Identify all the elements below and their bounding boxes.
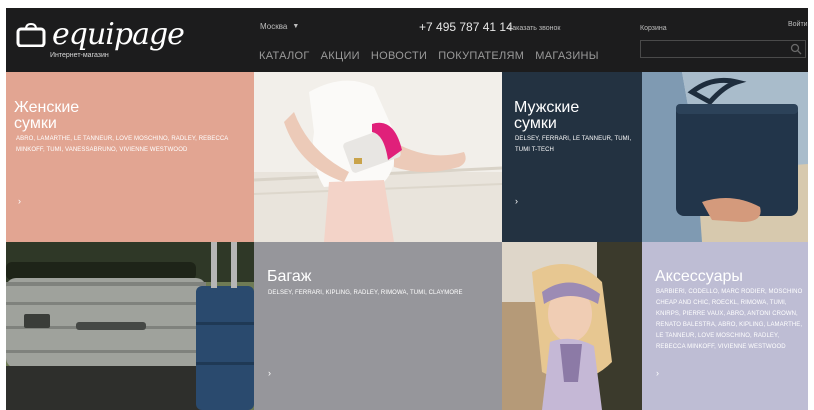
photo-illustration [502, 242, 642, 410]
chevron-right-icon[interactable]: › [268, 368, 271, 378]
main-nav: КАТАЛОГ АКЦИИ НОВОСТИ ПОКУПАТЕЛЯМ МАГАЗИ… [259, 50, 599, 62]
page: equipage Интернет-магазин Москва ▼ +7 49… [0, 0, 814, 410]
bag-logo-icon [16, 23, 46, 47]
tile-brands: ABRO, LAMARTHE, LE TANNEUR, LOVE MOSCHIN… [16, 136, 229, 153]
search-box [640, 40, 806, 58]
tile-title: Женские сумки [14, 99, 80, 132]
photo-illustration [642, 72, 808, 242]
login-link[interactable]: Войти [788, 21, 808, 28]
logo-text: equipage [52, 17, 185, 52]
tile-brands: DELSEY, FERRARI, KIPLING, RADLEY, RIMOWA… [268, 290, 463, 296]
nav-item-news[interactable]: НОВОСТИ [371, 50, 427, 62]
caret-down-icon: ▼ [292, 23, 300, 30]
photo-luggage[interactable] [6, 242, 254, 410]
photo-illustration [254, 72, 502, 242]
phone-number: +7 495 787 41 14 [419, 20, 513, 34]
tile-womens-bags[interactable]: Женские сумки ABRO, LAMARTHE, LE TANNEUR… [6, 72, 254, 242]
tile-title: Багаж [267, 268, 312, 285]
tile-brands: DELSEY, FERRARI, LE TANNEUR, TUMI, TUMI … [515, 136, 632, 153]
chevron-right-icon[interactable]: › [515, 196, 518, 206]
photo-woman-with-scarf[interactable] [502, 242, 642, 410]
city-label: Москва [260, 22, 288, 31]
tile-luggage[interactable]: Багаж DELSEY, FERRARI, KIPLING, RADLEY, … [254, 242, 502, 410]
nav-item-stores[interactable]: МАГАЗИНЫ [535, 50, 599, 62]
city-selector[interactable]: Москва ▼ [260, 22, 299, 31]
tile-mens-bags[interactable]: Мужские сумки DELSEY, FERRARI, LE TANNEU… [502, 72, 642, 242]
tile-title: Аксессуары [655, 268, 743, 285]
search-input[interactable] [641, 41, 789, 57]
tile-title: Мужские сумки [514, 99, 580, 132]
logo-tagline: Интернет-магазин [50, 52, 109, 59]
cart-link[interactable]: Корзина [640, 25, 667, 32]
chevron-right-icon[interactable]: › [18, 196, 21, 206]
callback-link[interactable]: Заказать звонок [508, 25, 560, 32]
nav-item-catalog[interactable]: КАТАЛОГ [259, 50, 310, 62]
nav-item-promotions[interactable]: АКЦИИ [321, 50, 360, 62]
tile-accessories[interactable]: Аксессуары BARBIERI, CODELLO, MARC RODIE… [642, 242, 808, 410]
chevron-right-icon[interactable]: › [656, 368, 659, 378]
search-icon[interactable] [790, 43, 802, 55]
photo-woman-with-clutch[interactable] [254, 72, 502, 242]
nav-item-customers[interactable]: ПОКУПАТЕЛЯМ [438, 50, 524, 62]
photo-illustration [6, 242, 254, 410]
site-header: equipage Интернет-магазин Москва ▼ +7 49… [6, 8, 808, 72]
tile-brands: BARBIERI, CODELLO, MARC RODIER, MOSCHINO… [656, 289, 803, 350]
logo[interactable]: equipage [16, 17, 185, 52]
photo-man-with-briefcase[interactable] [642, 72, 808, 242]
